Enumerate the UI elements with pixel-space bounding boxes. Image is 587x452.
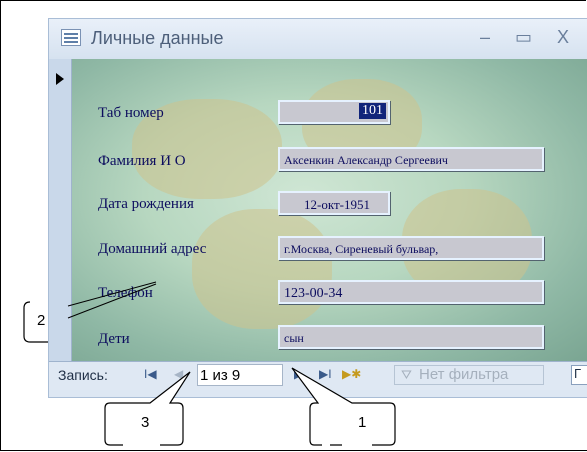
callouts-layer bbox=[23, 281, 396, 446]
callout-2-leader-b bbox=[67, 283, 157, 319]
callout-3-box bbox=[104, 371, 191, 446]
callout-2-leader-a bbox=[67, 281, 157, 307]
callout-2-number: 2 bbox=[37, 312, 46, 329]
callout-1-number: 1 bbox=[358, 414, 367, 431]
callout-1-box bbox=[291, 367, 396, 446]
callout-3-number: 3 bbox=[141, 414, 150, 431]
